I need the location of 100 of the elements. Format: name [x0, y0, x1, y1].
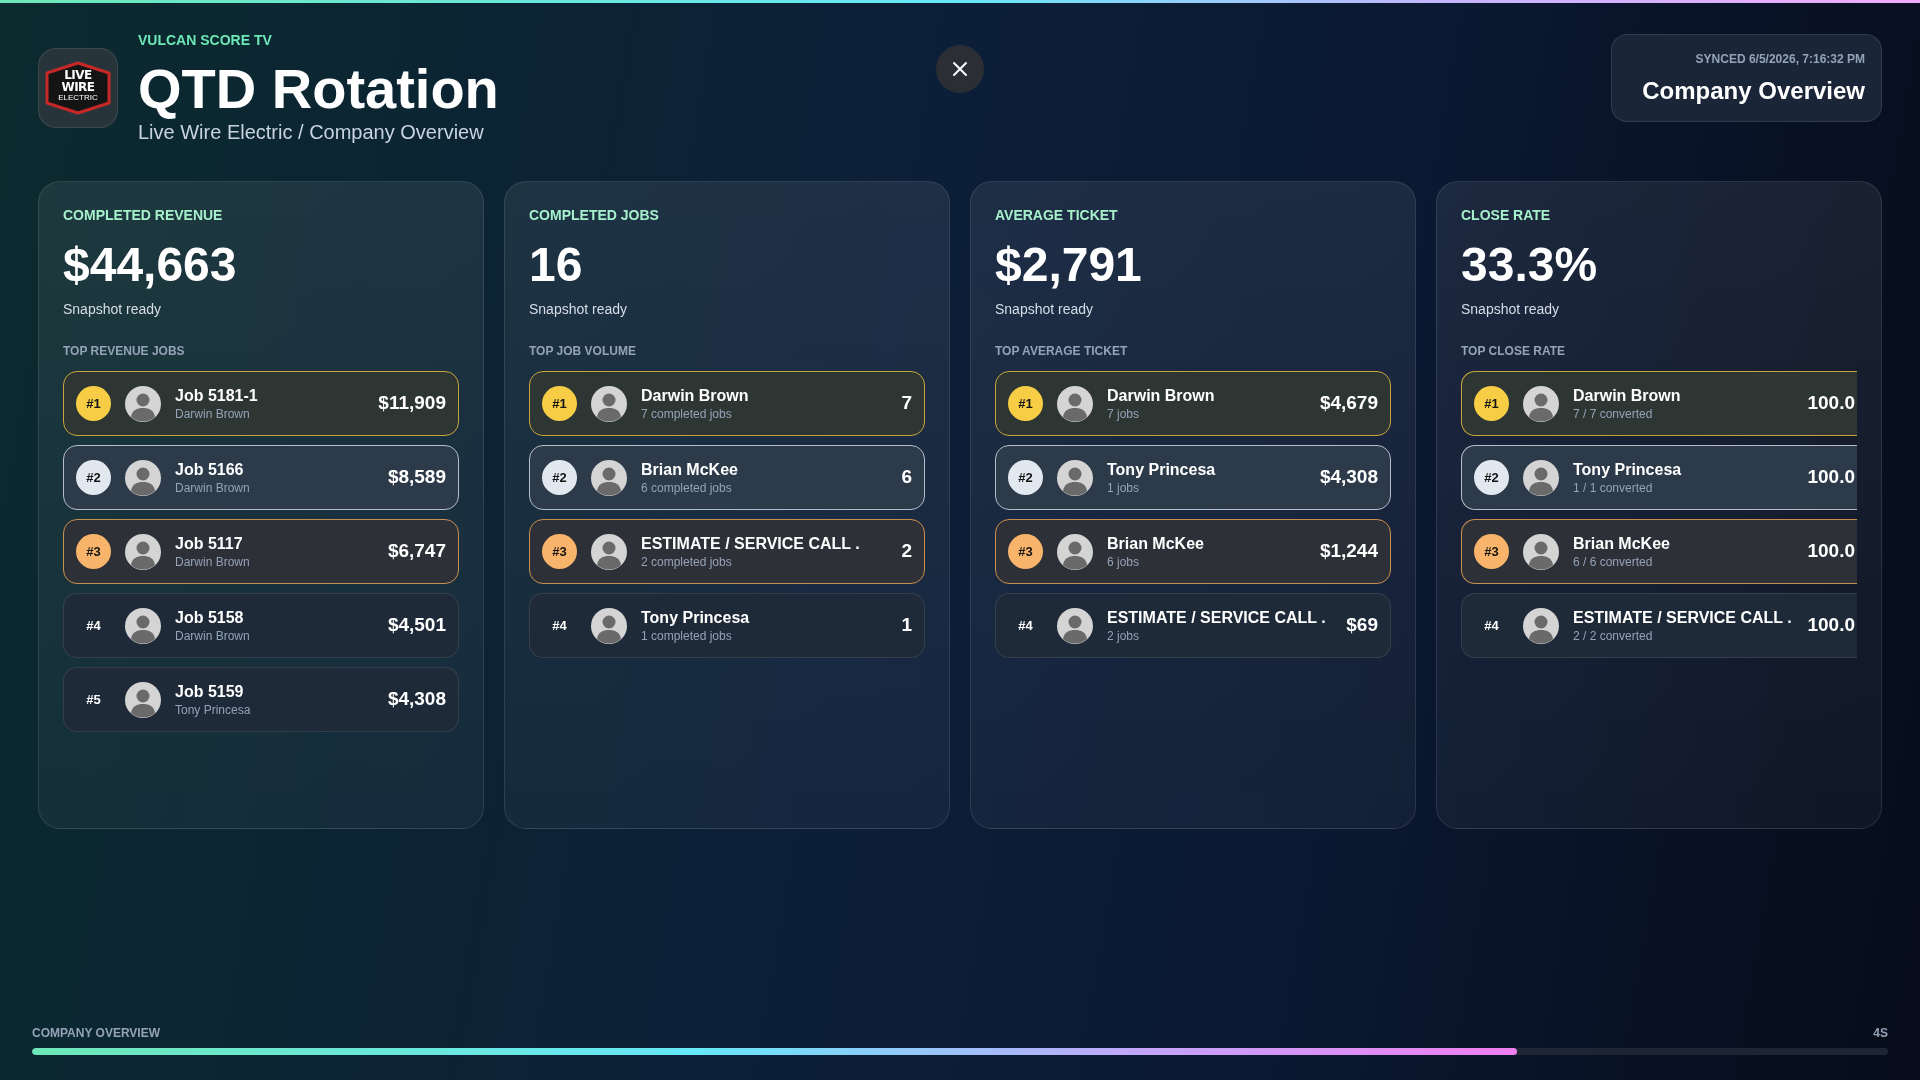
leader-value: $4,679 [1318, 391, 1378, 416]
countdown: 4S [1873, 1025, 1888, 1042]
sync-time: SYNCED 6/5/2026, 7:16:32 PM [1695, 53, 1865, 65]
rank-label: #4 [1017, 616, 1034, 635]
rank-badge: #2 [76, 460, 111, 495]
avatar-icon [1523, 459, 1559, 496]
leader-detail: 2 / 2 converted [1573, 627, 1654, 644]
view-name: Company Overview [1642, 79, 1865, 103]
avatar-icon [591, 607, 627, 644]
leader-detail: Darwin Brown [175, 627, 250, 644]
leader-name: Darwin Brown [1573, 385, 1681, 406]
avatar-icon [1523, 385, 1559, 422]
leader-detail: Darwin Brown [175, 405, 251, 422]
leader-name: Brian McKee [1107, 533, 1204, 554]
leader-value: 100.0 [1806, 613, 1855, 638]
leader-detail: Darwin Brown [175, 479, 250, 496]
avatar-icon [1523, 533, 1559, 570]
metric-label: CLOSE RATE [1461, 208, 1552, 222]
logo-word: WIRE [61, 81, 95, 93]
leader-detail: 6 / 6 converted [1573, 553, 1654, 570]
metric-label: COMPLETED REVENUE [63, 208, 224, 222]
page-title: QTD Rotation [138, 56, 499, 122]
rank-badge: #1 [542, 386, 577, 421]
avatar-icon [1057, 607, 1093, 644]
leader-name: Tony Princesa [641, 607, 750, 628]
leader-detail: 7 / 7 converted [1573, 405, 1654, 422]
rank-badge: #3 [1008, 534, 1043, 569]
app-eyebrow: VULCAN SCORE TV [138, 31, 273, 49]
leader-name: Job 5158 [175, 607, 245, 628]
metric-status: Snapshot ready [63, 300, 163, 319]
avatar-icon [125, 459, 161, 496]
rank-label: #4 [551, 616, 568, 635]
leader-value: 100.0 [1806, 391, 1855, 416]
metric-label: AVERAGE TICKET [995, 208, 1119, 222]
rank-badge: #3 [1474, 534, 1509, 569]
avatar-icon [1523, 607, 1559, 644]
badge-shape-icon [45, 61, 111, 115]
metric-status: Snapshot ready [529, 300, 629, 319]
leader-value: 100.0 [1806, 465, 1855, 490]
metric-value: $2,791 [995, 241, 1143, 289]
leader-value: $8,589 [386, 465, 446, 490]
close-button[interactable] [936, 45, 984, 93]
leader-name: Darwin Brown [641, 385, 749, 406]
rank-label: #5 [85, 690, 102, 709]
logo-tagline: ELECTRIC [58, 93, 98, 103]
avatar-icon [591, 533, 627, 570]
avatar-icon [1057, 385, 1093, 422]
leader-value: $4,501 [386, 613, 446, 638]
leader-detail: 1 completed jobs [641, 627, 733, 644]
leader-detail: 2 completed jobs [641, 553, 733, 570]
leader-detail: Darwin Brown [175, 553, 250, 570]
leader-detail: 1 jobs [1107, 479, 1141, 496]
list-title: TOP CLOSE RATE [1461, 343, 1566, 360]
list-title: TOP JOB VOLUME [529, 343, 637, 360]
leader-name: Tony Princesa [1573, 459, 1682, 480]
leader-name: ESTIMATE / SERVICE CALL . [641, 533, 860, 554]
avatar-icon [1057, 533, 1093, 570]
list-title: TOP REVENUE JOBS [63, 343, 186, 360]
leader-name: Brian McKee [641, 459, 738, 480]
leader-detail: 7 completed jobs [641, 405, 733, 422]
leader-value: 2 [900, 539, 912, 564]
rank-badge: #1 [1008, 386, 1043, 421]
avatar-icon [125, 385, 161, 422]
leader-value: 100.0 [1806, 539, 1855, 564]
leader-name: Job 5159 [175, 681, 245, 702]
leader-value: $4,308 [1318, 465, 1378, 490]
avatar-icon [591, 385, 627, 422]
metric-value: 16 [529, 241, 584, 289]
leader-detail: 6 completed jobs [641, 479, 733, 496]
leader-detail: Tony Princesa [175, 701, 251, 718]
rank-label: #4 [1483, 616, 1500, 635]
leader-detail: 7 jobs [1107, 405, 1141, 422]
metric-label: COMPLETED JOBS [529, 208, 660, 222]
page-subtitle: Live Wire Electric / Company Overview [138, 120, 485, 145]
rank-badge: #2 [542, 460, 577, 495]
footer-label: COMPANY OVERVIEW [32, 1025, 161, 1042]
avatar-icon [125, 681, 161, 718]
leader-value: 6 [900, 465, 912, 490]
leader-name: Job 5117 [175, 533, 244, 554]
leader-name: ESTIMATE / SERVICE CALL . [1107, 607, 1326, 628]
rank-badge: #3 [542, 534, 577, 569]
list-title: TOP AVERAGE TICKET [995, 343, 1129, 360]
leader-value: $4,308 [386, 687, 446, 712]
leader-detail: 1 / 1 converted [1573, 479, 1654, 496]
rank-badge: #2 [1474, 460, 1509, 495]
avatar-icon [1057, 459, 1093, 496]
leader-detail: 2 jobs [1107, 627, 1141, 644]
leader-name: Job 5166 [175, 459, 245, 480]
leader-value: $6,747 [386, 539, 446, 564]
metric-value: $44,663 [63, 241, 238, 289]
metric-status: Snapshot ready [1461, 300, 1561, 319]
avatar-icon [125, 533, 161, 570]
leader-value: 7 [900, 391, 912, 416]
leader-name: Tony Princesa [1107, 459, 1216, 480]
metric-status: Snapshot ready [995, 300, 1095, 319]
leader-name: ESTIMATE / SERVICE CALL . [1573, 607, 1792, 628]
leader-value: $69 [1345, 613, 1378, 638]
rank-badge: #2 [1008, 460, 1043, 495]
rank-badge: #3 [76, 534, 111, 569]
leader-value: $1,244 [1318, 539, 1378, 564]
